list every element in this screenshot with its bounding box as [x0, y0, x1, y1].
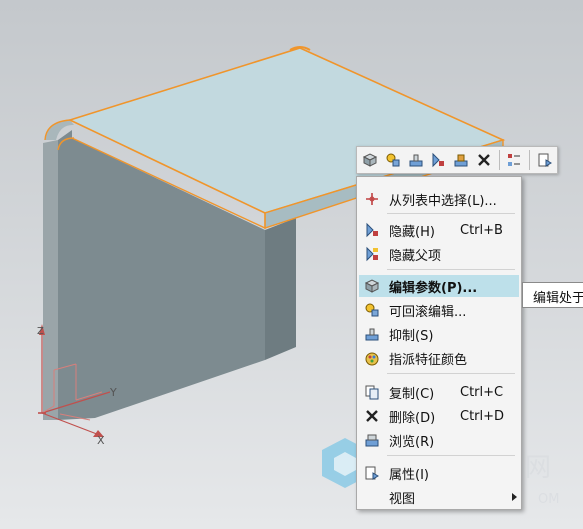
- menu-separator: [387, 213, 515, 214]
- edit-parameters-icon: [363, 153, 378, 167]
- menu-item-suppress[interactable]: 抑制(S): [359, 323, 519, 345]
- toolbar-suppress-button[interactable]: [405, 149, 426, 171]
- toolbar-rollback-edit-button[interactable]: [383, 149, 404, 171]
- tooltip: 编辑处于: [522, 282, 583, 308]
- browse-icon: [365, 434, 379, 447]
- rollback-edit-icon: [386, 153, 400, 167]
- menu-item-label: 视图: [389, 491, 416, 507]
- menu-item-browse[interactable]: 浏览(R): [359, 429, 519, 451]
- toolbar-edit-parameters-button[interactable]: [360, 149, 381, 171]
- menu-item-label: 隐藏(H): [389, 224, 435, 240]
- toolbar-separator: [529, 150, 531, 170]
- hide-icon: [366, 222, 378, 238]
- delete-icon: [366, 410, 378, 422]
- mini-toolbar: [356, 146, 558, 174]
- menu-item-hide-parents[interactable]: 隐藏父项: [359, 243, 519, 265]
- part-left-edge: [43, 140, 58, 420]
- rollback-edit-icon: [365, 303, 379, 317]
- edit-parameters-icon: [364, 279, 380, 293]
- menu-item-label: 隐藏父项: [389, 248, 442, 264]
- copy-icon: [365, 385, 379, 400]
- specify-color-icon: [365, 352, 379, 366]
- menu-item-label: 抑制(S): [389, 328, 434, 344]
- menu-item-label: 可回滚编辑...: [389, 304, 467, 320]
- menu-item-label: 属性(I): [389, 467, 429, 483]
- hide-parents-icon: [366, 246, 378, 262]
- menu-item-specify-color[interactable]: 指派特征颜色: [359, 347, 519, 369]
- menu-separator: [387, 373, 515, 374]
- context-menu: 从列表中选择(L)... 隐藏(H) Ctrl+B 隐藏父项 编辑参数(P)..…: [356, 176, 522, 510]
- submenu-arrow-icon: [512, 493, 517, 501]
- menu-item-copy[interactable]: 复制(C) Ctrl+C: [359, 381, 519, 403]
- menu-item-label: 浏览(R): [389, 434, 435, 450]
- list-icon: [508, 154, 521, 166]
- suppress-icon: [365, 328, 379, 341]
- toolbar-list-button[interactable]: [504, 149, 525, 171]
- menu-separator: [387, 455, 515, 456]
- axis-z-label: Z: [37, 326, 44, 337]
- menu-item-delete[interactable]: 删除(D) Ctrl+D: [359, 405, 519, 427]
- menu-item-shortcut: Ctrl+D: [460, 408, 505, 424]
- properties-icon: [538, 153, 552, 167]
- menu-item-label: 删除(D): [389, 410, 436, 426]
- axis-x-label: X: [97, 434, 105, 447]
- properties-icon: [365, 466, 379, 480]
- menu-item-hide[interactable]: 隐藏(H) Ctrl+B: [359, 219, 519, 241]
- menu-item-shortcut: Ctrl+C: [460, 384, 504, 400]
- menu-item-select-from-list[interactable]: 从列表中选择(L)...: [359, 188, 519, 210]
- specify-color-icon: [454, 154, 468, 167]
- toolbar-specify-color-button[interactable]: [451, 149, 472, 171]
- menu-item-view[interactable]: 视图: [359, 486, 519, 508]
- watermark-subtext: OM: [538, 492, 559, 507]
- menu-item-label: 编辑参数(P)...: [389, 280, 478, 296]
- menu-item-label: 复制(C): [389, 386, 435, 402]
- toolbar-delete-button[interactable]: [473, 149, 494, 171]
- menu-item-label: 从列表中选择(L)...: [389, 193, 497, 209]
- suppress-icon: [409, 154, 423, 167]
- delete-icon: [477, 154, 490, 166]
- menu-item-shortcut: Ctrl+B: [460, 222, 503, 238]
- axis-y-label: Y: [109, 386, 117, 399]
- toolbar-hide-button[interactable]: [428, 149, 449, 171]
- menu-item-properties[interactable]: 属性(I): [359, 462, 519, 484]
- menu-item-rollback-edit[interactable]: 可回滚编辑...: [359, 299, 519, 321]
- part-vertical-panel-front[interactable]: [265, 218, 296, 360]
- toolbar-separator: [498, 150, 500, 170]
- watermark-text: 网: [525, 453, 551, 483]
- menu-item-edit-parameters[interactable]: 编辑参数(P)...: [359, 275, 519, 297]
- hide-icon: [432, 152, 445, 168]
- select-from-list-icon: [366, 193, 378, 205]
- menu-separator: [387, 269, 515, 270]
- toolbar-properties-button[interactable]: [534, 149, 555, 171]
- menu-item-label: 指派特征颜色: [389, 352, 468, 368]
